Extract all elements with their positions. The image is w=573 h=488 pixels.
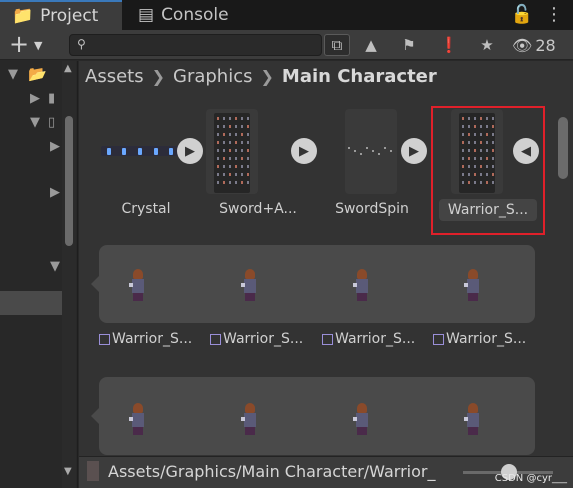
sprite-thumbnail[interactable] <box>351 401 373 437</box>
asset-browser: Assets ❯ Graphics ❯ Main Character ▶ Cry… <box>79 61 573 488</box>
scroll-down-icon[interactable]: ▼ <box>64 466 72 477</box>
play-icon: ▶ <box>409 143 419 159</box>
filter-by-type-button[interactable]: ▲ <box>358 34 384 56</box>
chevron-down-icon[interactable]: ▼ <box>34 39 42 52</box>
sprite-thumbnail[interactable] <box>462 267 484 303</box>
asset-scrollbar[interactable] <box>555 105 573 463</box>
selected-asset-path: Assets/Graphics/Main Character/Warrior_ <box>108 462 436 481</box>
asset-name: SwordSpin <box>335 201 409 217</box>
tree-item-icon: ▮ <box>48 91 56 106</box>
console-icon: ▤ <box>138 5 155 25</box>
breadcrumb-item-graphics[interactable]: Graphics <box>173 66 253 87</box>
hidden-packages-count: 28 <box>535 35 556 55</box>
asset-sword-attack[interactable]: ▶ Sword+A... <box>205 109 317 229</box>
filter-by-label-button[interactable]: ⚑ <box>396 34 422 56</box>
sprite-item[interactable]: Warrior_S... <box>322 331 428 347</box>
tree-collapse-icon[interactable]: ▶ <box>50 139 60 154</box>
expand-subassets-button[interactable]: ▶ <box>177 138 203 164</box>
spritesheet-thumbnail <box>345 109 397 194</box>
tree-item-icon: ▯ <box>48 115 56 130</box>
eye-slash-icon: 👁 <box>512 35 533 55</box>
expand-subassets-button[interactable]: ▶ <box>291 138 317 164</box>
tab-project[interactable]: 📁 Project <box>0 0 122 30</box>
crystal-preview <box>101 146 179 156</box>
type-filter-icon: ⧉ <box>331 36 343 54</box>
watermark: CSDN @cyr___ <box>494 473 567 484</box>
asset-name: Sword+A... <box>219 201 297 217</box>
tab-console[interactable]: ▤ Console <box>126 0 276 30</box>
asset-swordspin[interactable]: ▶ SwordSpin <box>319 109 427 229</box>
tree-expand-icon[interactable]: ▼ <box>30 115 40 130</box>
scrollbar-thumb[interactable] <box>558 117 568 179</box>
tab-console-label: Console <box>161 5 229 25</box>
chevron-right-icon: ❯ <box>151 66 165 86</box>
create-button[interactable]: + <box>9 32 29 56</box>
more-options-icon[interactable]: ⋮ <box>545 4 563 25</box>
tree-item-selected[interactable] <box>0 291 62 315</box>
tree-expand-icon[interactable]: ▼ <box>50 259 60 274</box>
chevron-right-icon: ❯ <box>260 66 274 86</box>
window-tab-bar: 📁 Project ▤ Console 🔓 ⋮ <box>0 0 573 30</box>
sprite-thumbnail[interactable] <box>351 267 373 303</box>
scroll-up-icon[interactable]: ▲ <box>64 63 72 74</box>
search-field[interactable]: ⚲ <box>69 34 322 56</box>
asset-name: Crystal <box>121 201 171 217</box>
folder-icon: 📁 <box>12 6 34 26</box>
folder-tree-pane: ▼ 📂 ▶ ▮ ▼ ▯ ▶ ▶ ▼ ▲ ▼ <box>0 61 78 488</box>
search-icon: ⚲ <box>77 37 86 51</box>
sprite-thumbnail[interactable] <box>239 401 261 437</box>
sprite-icon <box>322 333 333 345</box>
tree-collapse-icon[interactable]: ▶ <box>50 185 60 200</box>
selection-highlight <box>431 106 545 235</box>
sprite-item[interactable]: Warrior_S... <box>210 331 316 347</box>
warning-icon: ❗ <box>439 36 459 54</box>
tree-scrollbar[interactable]: ▲ ▼ <box>62 61 76 488</box>
tag-icon: ⚑ <box>402 36 416 54</box>
breadcrumb: Assets ❯ Graphics ❯ Main Character <box>79 61 573 91</box>
sprite-icon <box>210 333 221 345</box>
asset-crystal[interactable]: ▶ Crystal <box>93 109 203 229</box>
search-by-type-button[interactable]: ⧉ <box>324 34 350 56</box>
breadcrumb-item-current[interactable]: Main Character <box>282 66 437 87</box>
star-icon: ★ <box>480 36 494 54</box>
sprite-name: Warrior_S... <box>223 331 304 347</box>
play-icon: ▶ <box>299 143 309 159</box>
breadcrumb-item-assets[interactable]: Assets <box>85 66 144 87</box>
sprite-thumbnail[interactable] <box>462 401 484 437</box>
sprite-thumbnail[interactable] <box>127 267 149 303</box>
tab-project-label: Project <box>40 6 99 26</box>
sprite-name: Warrior_S... <box>112 331 193 347</box>
sprite-item[interactable]: Warrior_S... <box>99 331 205 347</box>
lock-icon[interactable]: 🔓 <box>511 4 533 25</box>
sprite-name: Warrior_S... <box>446 331 527 347</box>
expand-subassets-button[interactable]: ▶ <box>401 138 427 164</box>
filter-by-log-button[interactable]: ❗ <box>436 34 462 56</box>
sprite-icon <box>99 333 110 345</box>
tree-expand-icon[interactable]: ▼ <box>8 67 18 82</box>
sprite-thumbnail[interactable] <box>127 401 149 437</box>
hidden-packages-toggle[interactable]: 👁 28 <box>512 34 556 56</box>
sprite-name: Warrior_S... <box>335 331 416 347</box>
play-icon: ▶ <box>185 143 195 159</box>
sprite-item[interactable]: Warrior_S... <box>433 331 539 347</box>
sprite-icon <box>433 333 444 345</box>
spritesheet-thumbnail <box>206 109 258 194</box>
scrollbar-thumb[interactable] <box>65 116 73 246</box>
selected-asset-path-bar: Assets/Graphics/Main Character/Warrior_ … <box>79 456 573 488</box>
project-toolbar: + ▼ ⚲ ⧉ ▲ ⚑ ❗ ★ 👁 28 <box>0 30 573 60</box>
search-input[interactable] <box>92 36 317 54</box>
folder-icon: 📂 <box>28 65 47 83</box>
sprite-thumbnail[interactable] <box>239 267 261 303</box>
tree-collapse-icon[interactable]: ▶ <box>30 91 40 106</box>
shapes-icon: ▲ <box>365 36 377 54</box>
favorites-button[interactable]: ★ <box>474 34 500 56</box>
asset-type-icon <box>87 461 99 481</box>
